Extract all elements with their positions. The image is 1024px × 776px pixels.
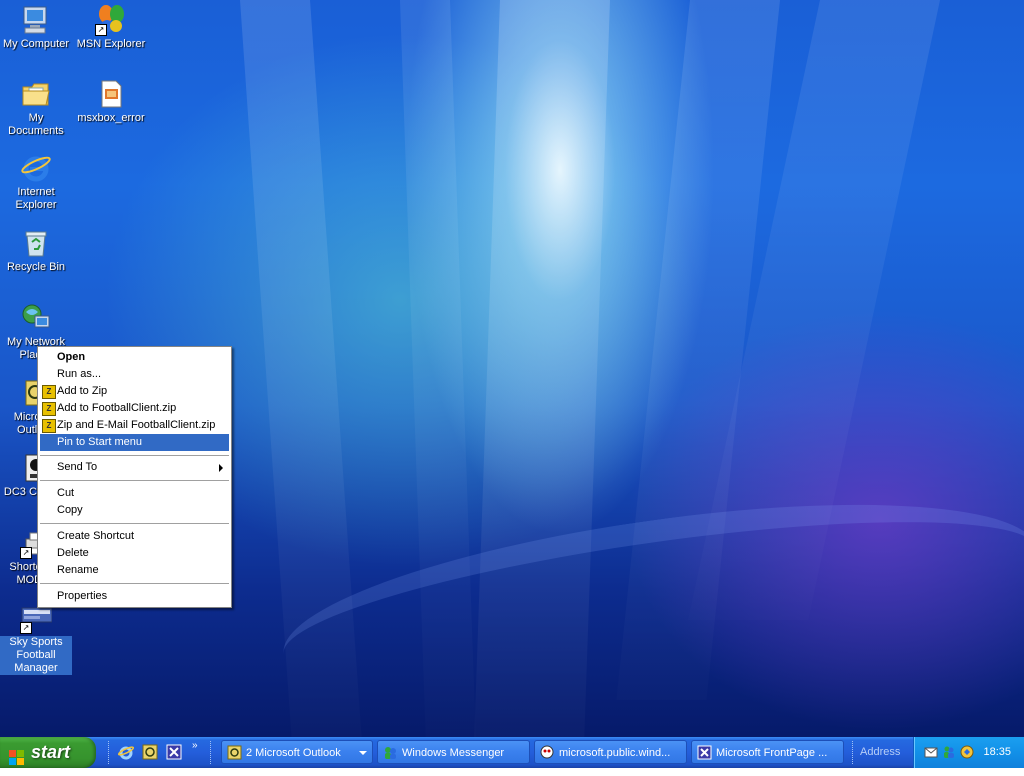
network-connection-icon[interactable] <box>960 745 974 759</box>
desktop-icon-sky-sports-football-manager[interactable]: ↗ Sky Sports Football Manager <box>0 602 72 675</box>
icon-label: MSN Explorer <box>76 38 146 50</box>
menu-item-send-to[interactable]: Send To <box>40 459 229 476</box>
menu-item-rename[interactable]: Rename <box>40 562 229 579</box>
frontpage-icon <box>697 745 712 760</box>
menu-separator <box>40 583 229 584</box>
winzip-icon: Z <box>42 419 56 433</box>
recycle-bin-icon <box>20 227 52 259</box>
menu-separator <box>40 480 229 481</box>
icon-label: Internet Explorer <box>15 186 57 211</box>
menu-item-add-to-named-zip[interactable]: Z Add to FootballClient.zip <box>40 400 229 417</box>
my-computer-icon <box>20 4 52 36</box>
submenu-arrow-icon <box>219 464 223 472</box>
taskbar-button-windows-messenger[interactable]: Windows Messenger <box>377 740 530 764</box>
address-toolbar-label[interactable]: Address <box>860 737 900 768</box>
network-places-icon <box>20 302 52 334</box>
desktop-icon-my-documents[interactable]: My Documents <box>0 78 72 138</box>
menu-item-delete[interactable]: Delete <box>40 545 229 562</box>
menu-item-open[interactable]: Open <box>40 349 229 366</box>
start-button[interactable]: start <box>0 737 96 768</box>
menu-item-zip-and-email[interactable]: Z Zip and E-Mail FootballClient.zip <box>40 417 229 434</box>
menu-item-properties[interactable]: Properties <box>40 588 229 605</box>
menu-item-pin-to-start[interactable]: Pin to Start menu <box>40 434 229 451</box>
clock[interactable]: 18:35 <box>983 737 1011 768</box>
folder-documents-icon <box>20 78 52 110</box>
messenger-status-icon[interactable] <box>942 745 956 759</box>
desktop-icon-recycle-bin[interactable]: Recycle Bin <box>0 227 72 274</box>
taskbar-button-label: Windows Messenger <box>402 747 505 759</box>
taskbar: start » 2 Microsoft Outlook Windows Mess… <box>0 737 1024 768</box>
shortcut-arrow-icon: ↗ <box>95 24 107 36</box>
desktop-icon-msn-explorer[interactable]: ↗ MSN Explorer <box>75 4 147 51</box>
icon-label: Sky Sports Football Manager <box>0 636 72 675</box>
menu-item-label: Add to Zip <box>57 385 108 397</box>
outlook-icon <box>227 745 242 760</box>
taskbar-button-label: microsoft.public.wind... <box>559 747 671 759</box>
messenger-icon <box>383 745 398 760</box>
quicklaunch-internet-explorer-icon[interactable] <box>117 744 135 760</box>
menu-item-cut[interactable]: Cut <box>40 485 229 502</box>
shortcut-arrow-icon: ↗ <box>20 547 32 559</box>
desktop-icon-msxbox-error[interactable]: msxbox_error <box>75 78 147 125</box>
internet-explorer-icon <box>20 152 52 184</box>
document-file-icon <box>95 78 127 110</box>
context-menu: Open Run as... Z Add to Zip Z Add to Foo… <box>37 346 232 608</box>
icon-label: Recycle Bin <box>6 261 66 273</box>
windows-logo-icon <box>9 745 25 765</box>
menu-item-add-to-zip[interactable]: Z Add to Zip <box>40 383 229 400</box>
quicklaunch-more-chevron-icon[interactable]: » <box>192 740 208 756</box>
menu-item-label: Send To <box>57 461 98 473</box>
menu-separator <box>40 455 229 456</box>
toolbar-grip[interactable] <box>108 741 112 764</box>
menu-item-copy[interactable]: Copy <box>40 502 229 519</box>
winzip-icon: Z <box>42 402 56 416</box>
menu-item-run-as[interactable]: Run as... <box>40 366 229 383</box>
menu-item-label: Add to FootballClient.zip <box>57 402 177 414</box>
newsgroup-icon <box>540 745 555 760</box>
toolbar-grip[interactable] <box>852 741 856 764</box>
menu-item-create-shortcut[interactable]: Create Shortcut <box>40 528 229 545</box>
menu-item-label: Zip and E-Mail FootballClient.zip <box>57 419 216 431</box>
winzip-icon: Z <box>42 385 56 399</box>
group-dropdown-icon <box>359 751 367 755</box>
msn-butterfly-icon: ↗ <box>95 4 127 36</box>
desktop-icon-my-computer[interactable]: My Computer <box>0 4 72 51</box>
desktop[interactable]: My Computer ↗ MSN Explorer My Documents … <box>0 0 1024 737</box>
shortcut-arrow-icon: ↗ <box>20 622 32 634</box>
quicklaunch-outlook-icon[interactable] <box>142 744 158 760</box>
icon-label: My Documents <box>8 112 64 137</box>
icon-label: My Computer <box>2 38 70 50</box>
desktop-icon-internet-explorer[interactable]: Internet Explorer <box>0 152 72 212</box>
taskbar-button-newsgroup[interactable]: microsoft.public.wind... <box>534 740 687 764</box>
mail-envelope-icon[interactable] <box>924 745 938 759</box>
taskbar-button-label: 2 Microsoft Outlook <box>246 747 341 759</box>
menu-separator <box>40 523 229 524</box>
taskbar-button-label: Microsoft FrontPage ... <box>716 747 828 759</box>
taskbar-button-outlook[interactable]: 2 Microsoft Outlook <box>221 740 373 764</box>
start-label: start <box>31 742 71 762</box>
icon-label: msxbox_error <box>77 112 145 124</box>
taskbar-button-frontpage[interactable]: Microsoft FrontPage ... <box>691 740 844 764</box>
quicklaunch-frontpage-icon[interactable] <box>166 744 182 760</box>
system-tray: 18:35 <box>913 737 1024 768</box>
toolbar-grip[interactable] <box>210 741 214 764</box>
